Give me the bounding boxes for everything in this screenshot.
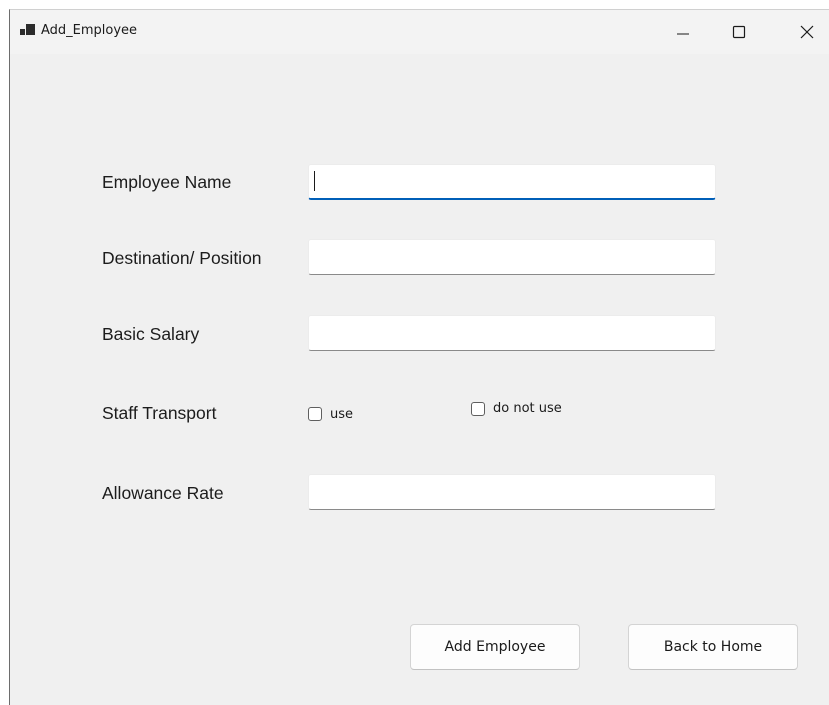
do-not-use-transport-checkbox[interactable] (471, 402, 485, 416)
app-window-icon (20, 23, 36, 37)
basic-salary-field[interactable] (308, 315, 716, 351)
maximize-icon (732, 25, 746, 39)
designation-label: Destination/ Position (102, 248, 262, 268)
close-button[interactable] (784, 10, 829, 54)
maximize-button[interactable] (716, 10, 762, 54)
back-to-home-button[interactable]: Back to Home (628, 624, 798, 670)
window-title: Add_Employee (41, 23, 138, 38)
add-employee-button[interactable]: Add Employee (410, 624, 580, 670)
do-not-use-transport-label[interactable]: do not use (493, 401, 562, 416)
minimize-button[interactable] (660, 10, 706, 54)
use-transport-label[interactable]: use (330, 407, 353, 422)
use-transport-checkbox[interactable] (308, 407, 322, 421)
close-icon (800, 25, 814, 39)
add-employee-window: Add_Employee Employee Name Destination/ … (9, 9, 829, 705)
employee-name-field[interactable] (308, 164, 716, 200)
designation-field[interactable] (308, 239, 716, 275)
staff-transport-label: Staff Transport (102, 403, 217, 423)
allowance-rate-field[interactable] (308, 474, 716, 510)
minimize-icon (677, 33, 689, 35)
title-bar[interactable]: Add_Employee (10, 10, 829, 54)
allowance-rate-label: Allowance Rate (102, 483, 224, 503)
text-caret (314, 171, 315, 191)
employee-name-label: Employee Name (102, 172, 232, 192)
basic-salary-label: Basic Salary (102, 324, 200, 344)
